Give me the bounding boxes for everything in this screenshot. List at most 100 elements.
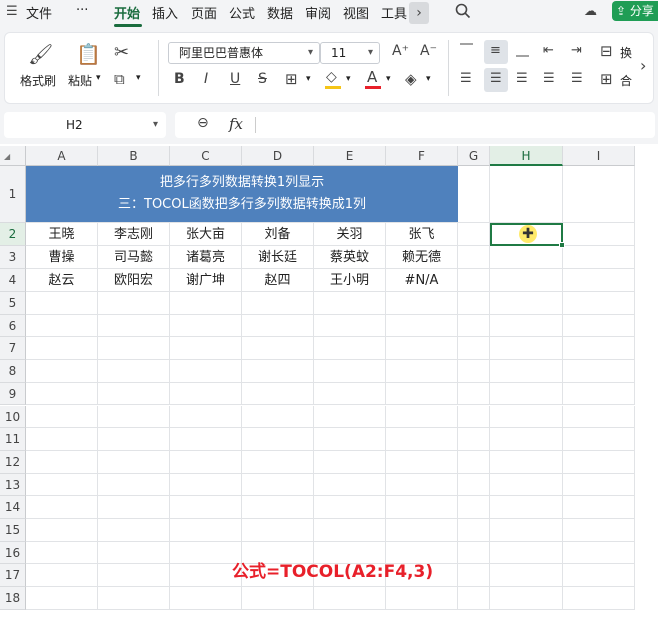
cell-d13[interactable]: [242, 473, 314, 497]
cell-h13[interactable]: [490, 473, 563, 497]
copy-icon[interactable]: ⧉: [114, 70, 125, 88]
align-center-button[interactable]: ☰: [484, 68, 508, 92]
column-header-g[interactable]: G: [458, 146, 490, 166]
cell-d3[interactable]: 谢长廷: [242, 246, 314, 269]
cell-f8[interactable]: [386, 360, 458, 383]
wrap-text-label[interactable]: 换: [620, 44, 632, 61]
cell-h1[interactable]: [490, 166, 563, 223]
cell-h15[interactable]: [490, 519, 563, 542]
merge-cells-icon[interactable]: ⊞: [600, 70, 613, 88]
cell-a10[interactable]: [26, 405, 98, 429]
tab-home[interactable]: 开始: [114, 3, 140, 22]
cell-a8[interactable]: [26, 360, 98, 383]
row-header-12[interactable]: 12: [0, 450, 26, 474]
font-name-select[interactable]: 阿里巴巴普惠体 ▾: [168, 42, 320, 64]
cell-h5[interactable]: [490, 292, 563, 315]
cell-f2[interactable]: 张飞: [386, 223, 458, 246]
row-header-11[interactable]: 11: [0, 428, 26, 451]
cell-a14[interactable]: [26, 496, 98, 519]
cell-c3[interactable]: 诸葛亮: [170, 246, 242, 269]
cell-e5[interactable]: [314, 292, 386, 315]
cell-e9[interactable]: [314, 382, 386, 406]
cell-f9[interactable]: [386, 382, 458, 406]
row-header-5[interactable]: 5: [0, 292, 26, 315]
cell-i6[interactable]: [563, 314, 635, 338]
search-icon[interactable]: [455, 3, 471, 23]
cell-a12[interactable]: [26, 450, 98, 474]
cell-b12[interactable]: [98, 450, 170, 474]
cell-g13[interactable]: [458, 473, 490, 497]
cell-g1[interactable]: [458, 166, 490, 223]
format-painter-label[interactable]: 格式刷: [20, 72, 56, 89]
tab-tools[interactable]: 工具: [381, 3, 407, 22]
tab-page[interactable]: 页面: [191, 3, 217, 22]
cell-d9[interactable]: [242, 382, 314, 406]
justify-icon[interactable]: ☰: [543, 71, 555, 86]
cell-c14[interactable]: [170, 496, 242, 519]
row-header-6[interactable]: 6: [0, 314, 26, 338]
cell-e15[interactable]: [314, 519, 386, 542]
cell-i11[interactable]: [563, 428, 635, 451]
cell-c9[interactable]: [170, 382, 242, 406]
cell-f14[interactable]: [386, 496, 458, 519]
cell-h7[interactable]: [490, 337, 563, 361]
cell-b17[interactable]: [98, 564, 170, 588]
cell-i10[interactable]: [563, 405, 635, 429]
cell-i4[interactable]: [563, 269, 635, 292]
cell-b6[interactable]: [98, 314, 170, 338]
cell-e8[interactable]: [314, 360, 386, 383]
cell-b16[interactable]: [98, 541, 170, 565]
cell-c18[interactable]: [170, 587, 242, 610]
cell-d2[interactable]: 刘备: [242, 223, 314, 246]
spreadsheet-grid[interactable]: ◢ ABCDEFGHI 1 2 3 4 5 6 7 8 9 10 11 12 13 14 15 16 17 18 …: [0, 146, 658, 618]
border-icon[interactable]: ⊞: [285, 70, 298, 88]
row-header-10[interactable]: 10: [0, 405, 26, 429]
cell-f7[interactable]: [386, 337, 458, 361]
cell-g8[interactable]: [458, 360, 490, 383]
fill-dropdown-icon[interactable]: ▾: [346, 74, 351, 84]
tabs-scroll-button[interactable]: ›: [409, 2, 429, 24]
cell-i2[interactable]: [563, 223, 635, 246]
cell-i14[interactable]: [563, 496, 635, 519]
cell-f13[interactable]: [386, 473, 458, 497]
cell-h8[interactable]: [490, 360, 563, 383]
italic-button[interactable]: I: [204, 71, 208, 87]
cell-b2[interactable]: 李志刚: [98, 223, 170, 246]
align-middle-button[interactable]: ≡: [484, 40, 508, 64]
cell-g6[interactable]: [458, 314, 490, 338]
cell-a13[interactable]: [26, 473, 98, 497]
cell-f15[interactable]: [386, 519, 458, 542]
row-header-2[interactable]: 2: [0, 223, 26, 246]
cell-c4[interactable]: 谢广坤: [170, 269, 242, 292]
cell-d5[interactable]: [242, 292, 314, 315]
name-box[interactable]: H2 ▾: [4, 112, 166, 138]
cell-a16[interactable]: [26, 541, 98, 565]
cell-d18[interactable]: [242, 587, 314, 610]
cell-h6[interactable]: [490, 314, 563, 338]
increase-font-button[interactable]: A⁺: [392, 43, 409, 59]
cell-d8[interactable]: [242, 360, 314, 383]
row-header-9[interactable]: 9: [0, 382, 26, 406]
cell-a11[interactable]: [26, 428, 98, 451]
cell-e11[interactable]: [314, 428, 386, 451]
paste-icon[interactable]: 📋: [76, 42, 101, 66]
formula-input-area[interactable]: ⊖ fx: [175, 112, 655, 138]
cell-i1[interactable]: [563, 166, 635, 223]
cell-b4[interactable]: 欧阳宏: [98, 269, 170, 292]
cell-g18[interactable]: [458, 587, 490, 610]
cell-f4[interactable]: #N/A: [386, 269, 458, 292]
cell-h16[interactable]: [490, 541, 563, 565]
align-right-icon[interactable]: ☰: [516, 71, 528, 86]
cell-g3[interactable]: [458, 246, 490, 269]
cell-i13[interactable]: [563, 473, 635, 497]
cell-g12[interactable]: [458, 450, 490, 474]
cell-d10[interactable]: [242, 405, 314, 429]
cell-h18[interactable]: [490, 587, 563, 610]
tab-view[interactable]: 视图: [343, 3, 369, 22]
cell-h12[interactable]: [490, 450, 563, 474]
distributed-align-icon[interactable]: ☰: [571, 71, 583, 86]
cell-e4[interactable]: 王小明: [314, 269, 386, 292]
cell-g4[interactable]: [458, 269, 490, 292]
cell-h9[interactable]: [490, 382, 563, 406]
cell-f6[interactable]: [386, 314, 458, 338]
